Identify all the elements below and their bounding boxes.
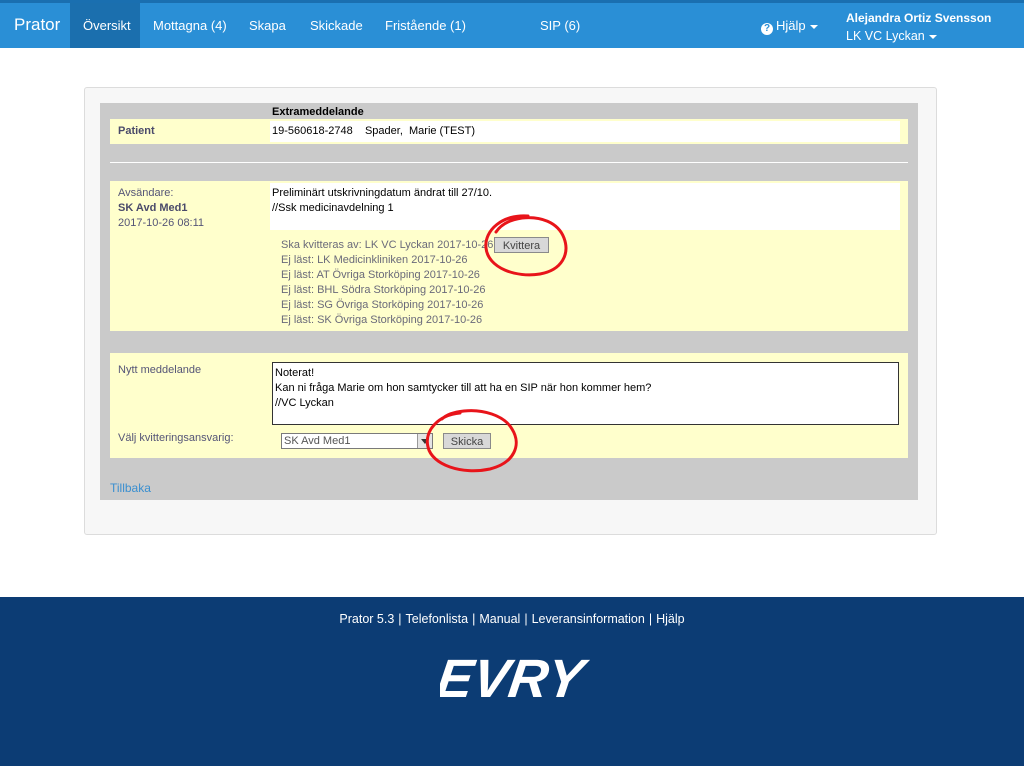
new-message-textarea[interactable]: Noterat! Kan ni fråga Marie om hon samty… bbox=[272, 362, 899, 425]
message-line: Preliminärt utskrivningdatum ändrat till… bbox=[272, 187, 493, 199]
nav-tab-skapa[interactable]: Skapa bbox=[236, 3, 299, 48]
new-message-label: Nytt meddelande bbox=[118, 364, 202, 376]
receipt-status-line: Ska kvitteras av: LK VC Lyckan 2017-10-2… bbox=[281, 239, 494, 251]
nav-tab-skickade[interactable]: Skickade bbox=[297, 3, 376, 48]
kvittera-button[interactable]: Kvittera bbox=[494, 237, 549, 253]
sender-label: Avsändare: bbox=[118, 187, 174, 199]
help-menu[interactable]: ? Hjälp bbox=[761, 3, 818, 48]
patient-label: Patient bbox=[118, 125, 155, 137]
patient-value: 19-560618-2748 Spader, Marie (TEST) bbox=[272, 125, 475, 137]
user-name: Alejandra Ortiz Svensson bbox=[846, 11, 992, 25]
read-status-line: Ej läst: LK Medicinkliniken 2017-10-26 bbox=[281, 254, 468, 266]
receipt-select-label: Välj kvitteringsansvarig: bbox=[118, 432, 234, 444]
read-status-line: Ej läst: SK Övriga Storköping 2017-10-26 bbox=[281, 314, 483, 326]
send-button[interactable]: Skicka bbox=[443, 433, 491, 449]
read-status-line: Ej läst: SG Övriga Storköping 2017-10-26 bbox=[281, 299, 484, 311]
nav-tab-mottagna[interactable]: Mottagna (4) bbox=[140, 3, 240, 48]
textarea-line: Kan ni fråga Marie om hon samtycker till… bbox=[275, 382, 652, 394]
sender-date: 2017-10-26 08:11 bbox=[118, 217, 205, 229]
chevron-down-icon bbox=[809, 24, 818, 29]
receipt-responsible-select[interactable]: SK Avd Med1 bbox=[281, 433, 433, 449]
read-status-line: Ej läst: BHL Södra Storköping 2017-10-26 bbox=[281, 284, 486, 296]
brand-logo[interactable]: Prator bbox=[14, 15, 60, 35]
footer-links: Prator 5.3 | Telefonlista | Manual | Leveransi… bbox=[339, 612, 685, 626]
footer-link-manual[interactable]: Manual bbox=[479, 612, 520, 626]
question-icon: ? bbox=[761, 23, 773, 35]
message-header-title: Extrameddelande bbox=[272, 106, 364, 118]
footer-link-hjalp[interactable]: Hjälp bbox=[656, 612, 685, 626]
select-value: SK Avd Med1 bbox=[284, 435, 351, 447]
chevron-down-icon bbox=[417, 434, 432, 448]
footer-version: Prator 5.3 bbox=[339, 612, 395, 626]
evry-logo: EVRY bbox=[440, 649, 590, 709]
chevron-down-icon bbox=[928, 34, 937, 39]
nav-tab-oversikt[interactable]: Översikt bbox=[70, 3, 140, 48]
sender-name: SK Avd Med1 bbox=[118, 202, 188, 214]
unit-dropdown[interactable]: LK VC Lyckan bbox=[846, 29, 937, 43]
svg-text:EVRY: EVRY bbox=[440, 649, 590, 709]
top-navbar: Prator Översikt Mottagna (4) Skapa Skick… bbox=[0, 0, 1024, 48]
back-link[interactable]: Tillbaka bbox=[110, 481, 151, 495]
unit-label: LK VC Lyckan bbox=[846, 29, 925, 43]
footer-link-telefonlista[interactable]: Telefonlista bbox=[406, 612, 469, 626]
textarea-line: //VC Lyckan bbox=[275, 397, 334, 409]
read-status-line: Ej läst: AT Övriga Storköping 2017-10-26 bbox=[281, 269, 480, 281]
help-label: Hjälp bbox=[776, 18, 806, 33]
divider bbox=[110, 162, 908, 163]
footer-link-leveransinformation[interactable]: Leveransinformation bbox=[532, 612, 645, 626]
nav-tab-sip[interactable]: SIP (6) bbox=[527, 3, 593, 48]
message-line: //Ssk medicinavdelning 1 bbox=[272, 202, 394, 214]
nav-tab-fristaende[interactable]: Fristående (1) bbox=[372, 3, 479, 48]
textarea-line: Noterat! bbox=[275, 367, 315, 379]
